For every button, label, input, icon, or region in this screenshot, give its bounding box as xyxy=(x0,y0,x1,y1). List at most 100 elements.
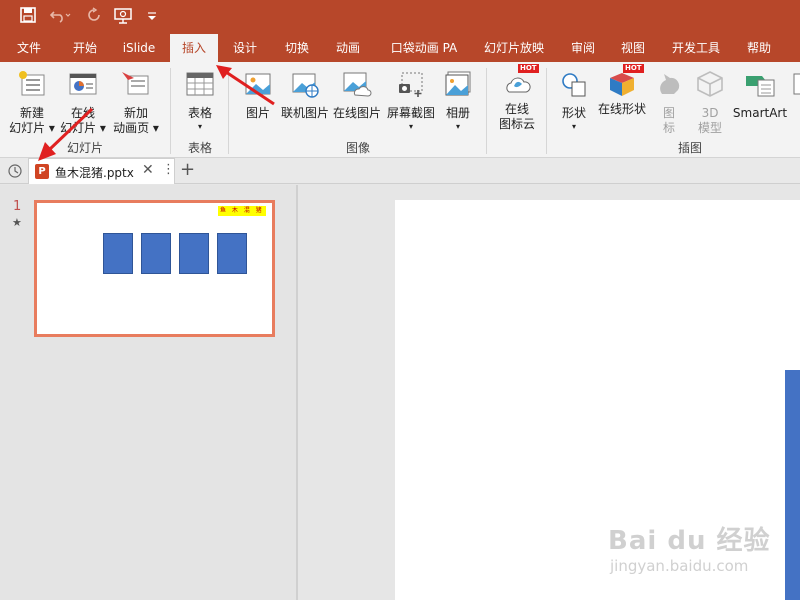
3d-models-button[interactable]: 3D 模型 xyxy=(690,70,730,136)
icons-label: 图 标 xyxy=(662,106,675,135)
smartart-icon xyxy=(732,70,788,102)
screenshot-label: 屏幕截图 xyxy=(386,106,435,120)
baidu-watermark: Bai du 经验 jingyan.baidu.com xyxy=(608,520,771,575)
online-images-button[interactable]: 在线图片 xyxy=(332,70,382,121)
new-animation-page-button[interactable]: 新加 动画页 ▾ xyxy=(110,70,162,136)
animation-page-icon xyxy=(110,70,162,102)
group-label-illustrations: 插图 xyxy=(677,141,702,155)
thumbnail-rectangle xyxy=(179,233,209,274)
online-images-icon xyxy=(332,70,382,102)
group-label-image: 图像 xyxy=(345,141,370,155)
tab-help[interactable]: 帮助 xyxy=(740,34,778,62)
save-icon[interactable] xyxy=(18,7,38,27)
picture-label: 图片 xyxy=(245,106,270,120)
album-button[interactable]: 相册 ▾ xyxy=(438,70,478,133)
tab-animations[interactable]: 动画 xyxy=(327,34,369,62)
tab-review[interactable]: 审阅 xyxy=(564,34,602,62)
powerpoint-file-icon: P xyxy=(35,164,49,179)
tab-menu-icon[interactable]: ⋮ xyxy=(162,162,175,177)
document-tab[interactable]: P 鱼木混猪.pptx ✕ ⋮ xyxy=(28,158,175,184)
group-separator xyxy=(486,68,487,154)
icons-icon xyxy=(652,70,686,102)
online-shapes-label: 在线形状 xyxy=(597,102,646,116)
shapes-dropdown-icon: ▾ xyxy=(571,122,576,131)
thumbnail-rectangle xyxy=(217,233,247,274)
new-animation-page-label: 新加 动画页 ▾ xyxy=(113,106,159,135)
close-tab-icon[interactable]: ✕ xyxy=(142,162,154,178)
new-slide-icon xyxy=(8,70,56,102)
table-icon xyxy=(178,70,222,102)
online-shapes-button[interactable]: HOT 在线形状 xyxy=(596,64,648,117)
online-slide-label: 在线 幻灯片 ▾ xyxy=(60,106,106,135)
tab-design[interactable]: 设计 xyxy=(224,34,266,62)
tab-developer[interactable]: 开发工具 xyxy=(666,34,726,62)
picture-icon xyxy=(236,70,280,102)
online-icon-cloud-label: 在线 图标云 xyxy=(498,102,535,131)
undo-icon[interactable] xyxy=(49,7,71,27)
screenshot-dropdown-icon: ▾ xyxy=(408,122,413,131)
shapes-label: 形状 xyxy=(561,106,586,120)
cube-icon xyxy=(690,70,730,102)
smartart-label: SmartArt xyxy=(732,106,788,120)
customize-icon[interactable] xyxy=(142,7,162,27)
slide-rectangle-shape[interactable] xyxy=(785,370,800,600)
table-button[interactable]: 表格 ▾ xyxy=(178,70,222,133)
shapes-icon xyxy=(552,70,596,102)
album-icon xyxy=(438,70,478,102)
group-separator xyxy=(170,68,171,154)
title-bar xyxy=(0,0,800,34)
animation-star-icon: ★ xyxy=(12,216,22,229)
chart-icon xyxy=(792,70,800,102)
chart-button-partial[interactable] xyxy=(792,70,800,102)
tab-insert[interactable]: 插入 xyxy=(170,34,218,62)
document-filename: 鱼木混猪.pptx xyxy=(55,166,134,180)
smartart-button[interactable]: SmartArt xyxy=(732,70,788,121)
thumbnail-rectangle xyxy=(141,233,171,274)
thumbnail-rectangle xyxy=(103,233,133,274)
online-icon-cloud-button[interactable]: HOT 在线 图标云 xyxy=(492,64,542,132)
screenshot-button[interactable]: 屏幕截图 ▾ xyxy=(384,70,438,133)
watermark-brand: Bai du 经验 xyxy=(608,526,771,556)
new-slide-label: 新建 幻灯片 ▾ xyxy=(9,106,55,135)
hot-badge: HOT xyxy=(623,64,644,73)
group-label-table: 表格 xyxy=(187,141,212,155)
picture-button[interactable]: 图片 xyxy=(236,70,280,121)
tab-islide[interactable]: iSlide xyxy=(116,34,162,62)
album-label: 相册 xyxy=(445,106,470,120)
hot-badge: HOT xyxy=(518,64,539,73)
tab-pocket-animation[interactable]: 口袋动画 PA xyxy=(386,34,462,62)
watermark-url: jingyan.baidu.com xyxy=(610,557,749,575)
online-pictures-icon xyxy=(280,70,330,102)
ribbon-tabs: 文件 开始 iSlide 插入 设计 切换 动画 口袋动画 PA 幻灯片放映 审… xyxy=(0,34,800,62)
tab-slideshow[interactable]: 幻灯片放映 xyxy=(480,34,548,62)
tab-history-icon[interactable] xyxy=(7,163,23,182)
icons-button[interactable]: 图 标 xyxy=(652,70,686,136)
table-dropdown-icon: ▾ xyxy=(197,122,202,131)
thumbnail-title-tag: 鱼 木 混 猪 xyxy=(218,206,266,216)
album-dropdown-icon: ▾ xyxy=(455,122,460,131)
tab-view[interactable]: 视图 xyxy=(614,34,652,62)
ribbon-insert: 新建 幻灯片 ▾ 在线 幻灯片 ▾ 新加 动画页 ▾ 幻灯片 表格 ▾ 表格 图… xyxy=(0,62,800,158)
tab-transitions[interactable]: 切换 xyxy=(276,34,318,62)
group-separator xyxy=(228,68,229,154)
online-pictures-label: 联机图片 xyxy=(280,106,329,120)
present-icon[interactable] xyxy=(113,7,133,27)
tab-home[interactable]: 开始 xyxy=(62,34,108,62)
group-separator xyxy=(546,68,547,154)
table-label: 表格 xyxy=(187,106,212,120)
tab-file[interactable]: 文件 xyxy=(6,34,52,62)
icon-cloud-icon: HOT xyxy=(502,64,539,98)
online-pictures-button[interactable]: 联机图片 xyxy=(280,70,330,121)
shapes-button[interactable]: 形状 ▾ xyxy=(552,70,596,133)
online-shapes-icon: HOT xyxy=(607,64,644,98)
redo-icon[interactable] xyxy=(84,7,104,27)
new-slide-button[interactable]: 新建 幻灯片 ▾ xyxy=(8,70,56,136)
screenshot-icon xyxy=(384,70,438,102)
group-label-slides: 幻灯片 xyxy=(66,141,103,155)
slide-number: 1 xyxy=(13,199,22,214)
online-slide-icon xyxy=(58,70,108,102)
new-tab-button[interactable]: + xyxy=(180,159,195,180)
online-images-label: 在线图片 xyxy=(332,106,381,120)
online-slide-button[interactable]: 在线 幻灯片 ▾ xyxy=(58,70,108,136)
slide-thumbnail[interactable]: 鱼 木 混 猪 xyxy=(34,200,275,337)
